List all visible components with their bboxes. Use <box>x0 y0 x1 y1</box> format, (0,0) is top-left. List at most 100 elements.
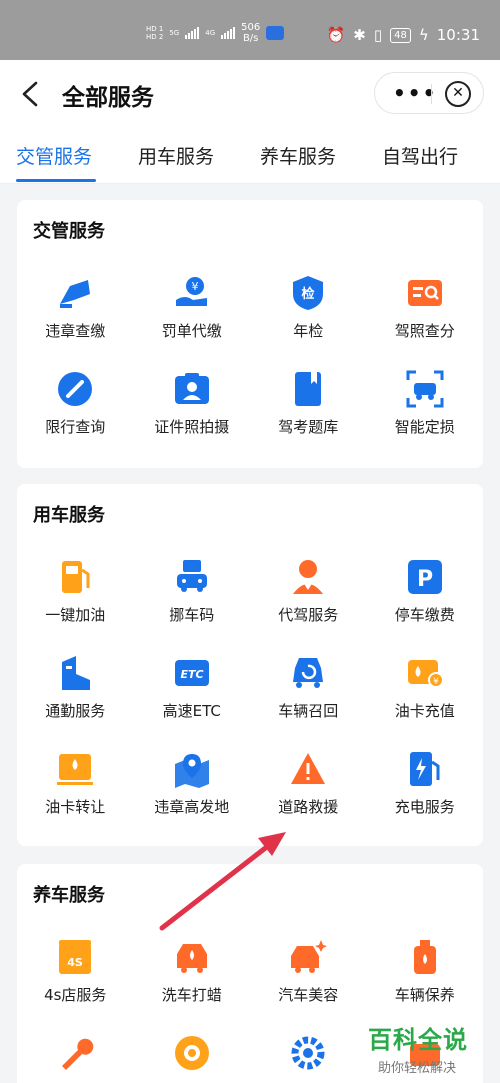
building-icon <box>56 654 94 692</box>
service-item[interactable]: P 停车缴费 <box>367 544 484 640</box>
signal-icon <box>185 27 200 39</box>
status-right: ⏰ ✱ ▯ 48 ϟ 10:31 <box>327 26 480 44</box>
service-item[interactable]: 洗车打蜡 <box>134 924 251 1020</box>
service-item-label: 汽车美容 <box>278 986 339 1004</box>
service-item[interactable]: 检年检 <box>250 260 367 356</box>
clock: 10:31 <box>436 26 480 44</box>
service-item-label: 车辆保养 <box>394 986 455 1004</box>
service-item-label: 年检 <box>293 322 324 340</box>
service-item[interactable]: 违章高发地 <box>134 736 251 832</box>
tab-car-use-services[interactable]: 用车服务 <box>138 142 214 169</box>
back-arrow-icon[interactable] <box>18 80 42 108</box>
service-item[interactable]: 智能定损 <box>367 356 484 452</box>
svg-text:4S: 4S <box>67 956 83 969</box>
service-item[interactable]: ¥ 油卡充值 <box>367 640 484 736</box>
net-speed: 506 B/s <box>241 22 260 44</box>
service-item[interactable]: ¥ 罚单代缴 <box>134 260 251 356</box>
tab-car-care-services[interactable]: 养车服务 <box>260 142 336 169</box>
service-item[interactable]: 驾考题库 <box>250 356 367 452</box>
gear-icon <box>289 1034 327 1072</box>
id-photo-icon <box>173 370 211 408</box>
status-left: HD 1 HD 2 5G 4G 506 B/s <box>146 22 285 44</box>
section-car-use-services: 用车服务 一键加油 挪车码 代驾服务 P 停车缴费通勤服务 ETC 高速ETC 车辆召回 ¥ 油卡… <box>17 484 483 846</box>
watermark-logo: 百科全说 助你轻松解决 <box>368 1020 498 1080</box>
car-beauty-icon <box>289 938 328 976</box>
service-item-label: 智能定损 <box>394 418 455 436</box>
4s-store-icon: 4S <box>56 938 94 976</box>
service-item-label: 罚单代缴 <box>161 322 222 340</box>
svg-text:检: 检 <box>302 286 315 302</box>
service-item-label: 一键加油 <box>45 606 106 624</box>
etc-icon: ETC <box>173 654 211 692</box>
service-item-label: 违章查缴 <box>45 322 106 340</box>
alarm-icon: ⏰ <box>326 26 346 44</box>
status-bar: HD 1 HD 2 5G 4G 506 B/s ⏰ ✱ ▯ 48 ϟ 10:31 <box>0 0 500 60</box>
license-search-icon <box>406 274 444 312</box>
service-item[interactable]: 通勤服务 <box>17 640 134 736</box>
yuan-hand-icon: ¥ <box>173 274 211 312</box>
service-item[interactable]: 代驾服务 <box>250 544 367 640</box>
service-item[interactable] <box>250 1020 367 1083</box>
section-title: 交管服务 <box>33 221 105 242</box>
driver-icon <box>289 558 327 596</box>
oil-card-transfer-icon <box>56 750 94 788</box>
service-item[interactable]: 违章查缴 <box>17 260 134 356</box>
service-item[interactable]: 车辆保养 <box>367 924 484 1020</box>
service-item-label: 驾考题库 <box>278 418 339 436</box>
signal-icon-2 <box>221 27 236 39</box>
service-item-label: 车辆召回 <box>278 702 339 720</box>
net-speed-unit: B/s <box>242 33 259 44</box>
fuel-pump-icon <box>56 558 94 596</box>
service-item[interactable]: 车辆召回 <box>250 640 367 736</box>
close-button[interactable]: ✕ <box>445 81 471 107</box>
charging-icon <box>406 750 444 788</box>
section-title: 养车服务 <box>33 885 105 906</box>
car-recall-icon <box>289 654 327 692</box>
service-grid: 违章查缴 ¥ 罚单代缴检年检 驾照查分 限行查询 证件照拍摄 驾考题库 智能定损 <box>17 260 483 452</box>
tire-icon <box>173 1034 211 1072</box>
service-item[interactable]: 驾照查分 <box>367 260 484 356</box>
service-item[interactable] <box>17 1020 134 1083</box>
svg-text:P: P <box>417 567 433 592</box>
service-item-label: 道路救援 <box>278 798 339 816</box>
no-entry-icon <box>56 370 94 408</box>
service-item[interactable]: 充电服务 <box>367 736 484 832</box>
tab-self-drive[interactable]: 自驾出行 <box>382 142 458 169</box>
service-item-label: 油卡充值 <box>394 702 455 720</box>
section-title: 用车服务 <box>33 505 105 526</box>
service-item[interactable] <box>134 1020 251 1083</box>
service-item-label: 停车缴费 <box>394 606 455 624</box>
warning-icon <box>289 750 327 788</box>
service-item[interactable]: ETC 高速ETC <box>134 640 251 736</box>
car-wash-icon <box>173 938 211 976</box>
service-item-label: 洗车打蜡 <box>161 986 222 1004</box>
service-item[interactable]: 挪车码 <box>134 544 251 640</box>
service-item[interactable]: 油卡转让 <box>17 736 134 832</box>
service-item[interactable]: 限行查询 <box>17 356 134 452</box>
oil-card-icon: ¥ <box>406 654 444 692</box>
shield-check-icon: 检 <box>289 274 327 312</box>
watermark-title: 百科全说 <box>368 1026 468 1054</box>
service-item-label: 高速ETC <box>162 702 221 720</box>
service-item[interactable]: 汽车美容 <box>250 924 367 1020</box>
nav-header: 全部服务 ••• ✕ <box>0 60 500 126</box>
mini-program-capsule: ••• ✕ <box>374 72 484 114</box>
service-item-label: 代驾服务 <box>278 606 339 624</box>
book-icon <box>289 370 327 408</box>
capsule-divider <box>431 84 432 104</box>
service-item-label: 油卡转让 <box>45 798 106 816</box>
service-item[interactable]: 证件照拍摄 <box>134 356 251 452</box>
net-speed-value: 506 <box>241 22 261 33</box>
service-item[interactable]: 一键加油 <box>17 544 134 640</box>
service-item-label: 限行查询 <box>45 418 106 436</box>
tab-traffic-services[interactable]: 交管服务 <box>16 142 92 169</box>
service-item-label: 4s店服务 <box>44 986 107 1004</box>
network-4g-label: 4G <box>205 29 216 37</box>
service-item[interactable]: 道路救援 <box>250 736 367 832</box>
battery-icon: 48 <box>390 27 411 43</box>
section-traffic-services: 交管服务 违章查缴 ¥ 罚单代缴检年检 驾照查分 限行查询 证件照拍摄 驾考题库 智能定损 <box>17 200 483 468</box>
watermark-subtitle: 助你轻松解决 <box>378 1061 457 1076</box>
service-item-label: 通勤服务 <box>45 702 106 720</box>
service-item[interactable]: 4S 4s店服务 <box>17 924 134 1020</box>
hd2-label: HD 2 <box>146 33 164 41</box>
